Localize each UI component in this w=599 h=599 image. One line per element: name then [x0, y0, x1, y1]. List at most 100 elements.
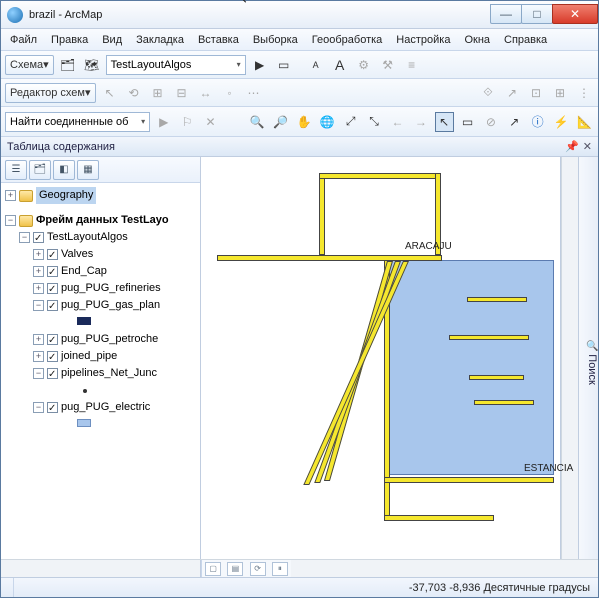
menu-bar: Файл Правка Вид Закладка Вставка Выборка… — [1, 29, 598, 51]
search-panel-tab[interactable]: 🔍 Поиск — [578, 157, 598, 559]
menu-edit[interactable]: Правка — [44, 32, 95, 48]
dataframe-icon — [19, 215, 33, 227]
layer-refineries[interactable]: pug_PUG_refineries — [61, 280, 161, 297]
table-of-contents: ☰ 🗂 ◧ ▦ + Geography − Фрейм данных TestLay… — [1, 157, 201, 559]
layer-petroche[interactable]: pug_PUG_petroche — [61, 331, 158, 348]
toc-tab-selection[interactable]: ▦ — [77, 160, 99, 180]
status-units: Десятичные градусы — [483, 582, 590, 594]
maximize-button[interactable]: □ — [521, 4, 553, 24]
hyperlink-icon: ⚡ — [551, 112, 570, 132]
layer-netjunc[interactable]: pipelines_Net_Junc — [61, 365, 157, 382]
layer-endcap[interactable]: End_Cap — [61, 263, 107, 280]
minimize-button[interactable]: — — [490, 4, 522, 24]
map-label-aracaju: ARACAJU — [405, 241, 452, 252]
editor-tool-5: ↔ — [196, 83, 216, 103]
config-icon-2[interactable]: ⚒ — [378, 55, 398, 75]
pan-icon[interactable]: ✋ — [294, 112, 313, 132]
map-canvas[interactable]: ARACAJU ESTANCIA — [201, 157, 561, 559]
menu-selection[interactable]: Выборка — [246, 32, 305, 48]
find-tool-3: ✕ — [201, 112, 220, 132]
collapse-icon[interactable]: − — [5, 215, 16, 226]
align-5-icon: ⋮ — [574, 83, 594, 103]
page-icon[interactable]: ▭ — [274, 55, 294, 75]
run-layout-icon[interactable]: ▶ — [250, 55, 270, 75]
find-tool-2: ⚐ — [177, 112, 196, 132]
toc-root[interactable]: Geography — [36, 187, 96, 204]
layout-view-tab[interactable]: ▤ — [227, 562, 243, 576]
menu-help[interactable]: Справка — [497, 32, 554, 48]
schema-icon-1[interactable]: 🗂 — [58, 55, 78, 75]
expand-icon[interactable]: + — [5, 190, 16, 201]
toc-bottom-scroll[interactable] — [1, 560, 201, 577]
editor-tool-3: ⊞ — [148, 83, 168, 103]
refresh-icon[interactable]: ⟳ — [250, 562, 266, 576]
toc-tab-visibility[interactable]: ◧ — [53, 160, 75, 180]
toc-dataset[interactable]: TestLayoutAlgos — [47, 229, 128, 246]
toolbar-schematics: Схема ▾ 🗂 🗺 TestLayoutAlgos▾ ▶ ▭ A A ⚙ ⚒… — [1, 51, 598, 79]
toc-frame[interactable]: Фрейм данных TestLayo — [36, 212, 169, 229]
full-extent-icon[interactable]: 🌐 — [318, 112, 337, 132]
pointer-icon[interactable]: ↗ — [505, 112, 524, 132]
pause-icon[interactable]: ⏸ — [272, 562, 288, 576]
data-view-tab[interactable]: ▢ — [205, 562, 221, 576]
identify-icon[interactable]: ⓘ — [528, 112, 547, 132]
zoom-out-icon[interactable]: 🔎 — [271, 112, 290, 132]
map-label-estancia: ESTANCIA — [524, 463, 573, 474]
select-elements-icon[interactable]: ↖↖ — [435, 112, 454, 132]
find-connected-combo[interactable]: Найти соединенные об▾ — [5, 112, 150, 132]
layer-valves[interactable]: Valves — [61, 246, 93, 263]
menu-insert[interactable]: Вставка — [191, 32, 246, 48]
zoom-in-icon[interactable]: 🔍 — [248, 112, 267, 132]
toc-pin-icon[interactable]: 📌 — [565, 140, 579, 153]
dataframe-icon — [19, 190, 33, 202]
next-extent-icon: → — [411, 112, 430, 132]
menu-file[interactable]: Файл — [3, 32, 44, 48]
schema-dropdown[interactable]: Схема ▾ — [5, 55, 54, 75]
label-small-icon[interactable]: A — [306, 55, 326, 75]
menu-customize[interactable]: Настройка — [389, 32, 457, 48]
close-button[interactable]: ✕ — [552, 4, 598, 24]
editor-tool-2: ⟲ — [124, 83, 144, 103]
align-4-icon: ⊞ — [550, 83, 570, 103]
symbol-blue — [77, 419, 91, 427]
toc-tab-strip: ☰ 🗂 ◧ ▦ — [1, 157, 200, 183]
menu-windows[interactable]: Окна — [457, 32, 497, 48]
editor-tool-4: ⊟ — [172, 83, 192, 103]
schema-editor-dropdown[interactable]: Редактор схем ▾ — [5, 83, 96, 103]
selection-rectangle — [384, 260, 554, 475]
select-features-icon[interactable]: ▭ — [458, 112, 477, 132]
zoom-fixed-in-icon[interactable]: ⤢ — [341, 112, 360, 132]
toc-tab-draworder[interactable]: ☰ — [5, 160, 27, 180]
toc-title: Таблица содержания — [7, 141, 115, 153]
vertical-scrollbar[interactable] — [561, 157, 578, 559]
align-3-icon: ⊡ — [526, 83, 546, 103]
status-bar: -37,703 -8,936 Десятичные градусы — [1, 577, 598, 597]
toc-tree[interactable]: +Geography −Фрейм данных TestLayo −TestL… — [1, 183, 200, 559]
toc-close-icon[interactable]: ✕ — [583, 140, 592, 153]
toc-tab-source[interactable]: 🗂 — [29, 160, 51, 180]
app-icon — [7, 7, 23, 23]
config-icon-3[interactable]: ≡ — [402, 55, 422, 75]
menu-geoprocessing[interactable]: Геообработка — [305, 32, 390, 48]
layer-electric[interactable]: pug_PUG_electric — [61, 399, 150, 416]
config-icon-1[interactable]: ⚙ — [354, 55, 374, 75]
align-2-icon: ↗ — [502, 83, 522, 103]
layer-gasplan[interactable]: pug_PUG_gas_plan — [61, 297, 160, 314]
menu-view[interactable]: Вид — [95, 32, 129, 48]
clear-selection-icon: ⊘ — [481, 112, 500, 132]
measure-icon[interactable]: 📐 — [575, 112, 594, 132]
editor-tool-7: ⋯ — [244, 83, 264, 103]
find-run-icon: ▶ — [154, 112, 173, 132]
layer-joinedpipe[interactable]: joined_pipe — [61, 348, 117, 365]
horizontal-scrollbar[interactable] — [291, 560, 598, 577]
toolbar-tools-row: Найти соединенные об▾ ▶ ⚐ ✕ 🔍 🔎 ✋ 🌐 ⤢ ⤡ … — [1, 107, 598, 137]
layout-combo[interactable]: TestLayoutAlgos▾ — [106, 55, 246, 75]
schema-icon-2[interactable]: 🗺 — [82, 55, 102, 75]
label-large-icon[interactable]: A — [330, 55, 350, 75]
zoom-fixed-out-icon[interactable]: ⤡ — [364, 112, 383, 132]
align-1-icon: ⟐ — [478, 83, 498, 103]
prev-extent-icon: ← — [388, 112, 407, 132]
window-title: brazil - ArcMap — [29, 9, 491, 21]
menu-bookmark[interactable]: Закладка — [129, 32, 191, 48]
checkbox[interactable] — [33, 232, 44, 243]
